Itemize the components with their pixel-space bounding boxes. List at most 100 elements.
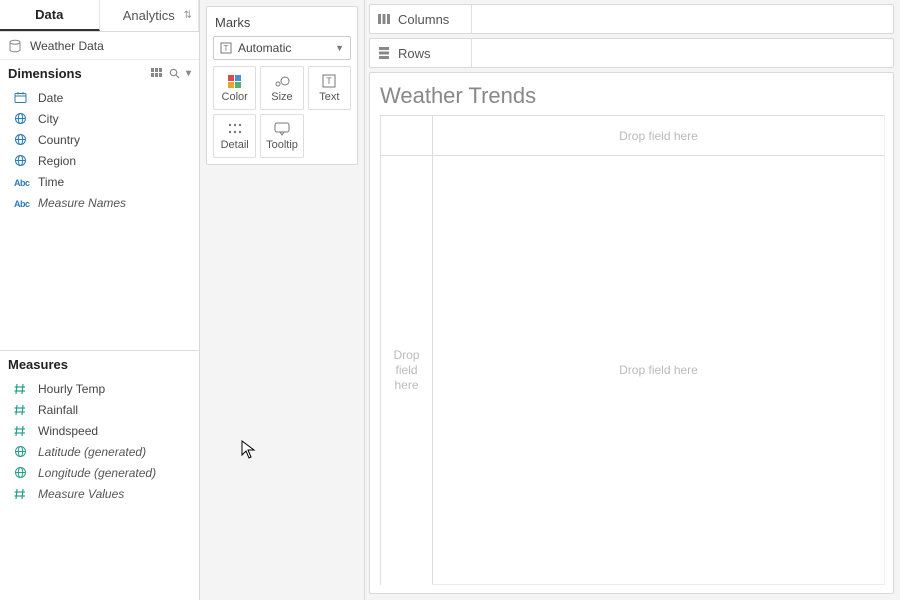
field-label: Hourly Temp bbox=[38, 382, 191, 396]
measures-block: Measures Hourly Temp Rainfall Windspeed Lat… bbox=[0, 350, 199, 510]
swap-icon: ⇅ bbox=[184, 10, 192, 21]
measures-title: Measures bbox=[8, 357, 68, 372]
dimension-field[interactable]: Abc Measure Names bbox=[0, 192, 199, 213]
marks-detail-label: Detail bbox=[221, 139, 249, 151]
color-icon bbox=[228, 73, 241, 89]
field-label: Windspeed bbox=[38, 424, 191, 438]
calendar-icon bbox=[14, 91, 28, 104]
menu-icon[interactable]: ▾ bbox=[186, 68, 191, 79]
tab-data[interactable]: Data bbox=[0, 0, 100, 31]
mark-type-dropdown[interactable]: T Automatic ▼ bbox=[213, 36, 351, 60]
viz-area: Weather Trends Drop field here Drop fiel… bbox=[369, 72, 894, 594]
detail-icon bbox=[228, 121, 242, 137]
abc-icon: Abc bbox=[14, 175, 28, 189]
columns-label: Columns bbox=[398, 12, 449, 27]
field-label: Region bbox=[38, 154, 191, 168]
measure-field[interactable]: Windspeed bbox=[0, 420, 199, 441]
hash-icon bbox=[14, 404, 28, 416]
viz-col-dropzone[interactable]: Drop field here bbox=[432, 115, 884, 155]
search-icon[interactable] bbox=[169, 68, 180, 79]
datasource-icon bbox=[8, 39, 22, 53]
measure-field[interactable]: Longitude (generated) bbox=[0, 462, 199, 483]
globe-icon bbox=[14, 112, 28, 125]
measures-header: Measures bbox=[0, 351, 199, 376]
field-label: Time bbox=[38, 175, 191, 189]
viz-body-dropzone[interactable]: Drop field here bbox=[432, 155, 884, 585]
columns-shelf[interactable]: Columns bbox=[369, 4, 894, 34]
marks-title: Marks bbox=[213, 13, 351, 36]
field-label: Measure Values bbox=[38, 487, 191, 501]
measures-list: Hourly Temp Rainfall Windspeed Latitude (ge… bbox=[0, 376, 199, 510]
marks-pane: Marks T Automatic ▼ Color Size bbox=[200, 0, 365, 600]
view-as-table-icon[interactable] bbox=[151, 68, 163, 79]
rows-icon bbox=[378, 47, 390, 59]
dimensions-title: Dimensions bbox=[8, 66, 82, 81]
viz-grid: Drop field here Drop field here Drop fie… bbox=[380, 115, 885, 585]
globe-icon bbox=[14, 466, 28, 479]
rows-label: Rows bbox=[398, 46, 431, 61]
dimension-field[interactable]: Country bbox=[0, 129, 199, 150]
hash-icon bbox=[14, 383, 28, 395]
marks-size-label: Size bbox=[271, 91, 292, 103]
viz-title[interactable]: Weather Trends bbox=[380, 81, 885, 115]
viz-row-drop-text: Drop field here bbox=[385, 348, 428, 393]
size-icon bbox=[274, 73, 290, 89]
marks-buttons: Color Size T Text Detail bbox=[213, 66, 351, 158]
text-icon: T bbox=[322, 73, 336, 89]
marks-detail-button[interactable]: Detail bbox=[213, 114, 256, 158]
measure-field[interactable]: Hourly Temp bbox=[0, 378, 199, 399]
dimension-field[interactable]: Abc Time bbox=[0, 171, 199, 192]
hash-icon bbox=[14, 425, 28, 437]
viz-body-drop-text: Drop field here bbox=[619, 363, 698, 377]
marks-tooltip-button[interactable]: Tooltip bbox=[260, 114, 303, 158]
hash-icon bbox=[14, 488, 28, 500]
chevron-down-icon: ▼ bbox=[335, 43, 344, 53]
side-tabs: Data Analytics ⇅ bbox=[0, 0, 199, 32]
field-label: Rainfall bbox=[38, 403, 191, 417]
field-label: Longitude (generated) bbox=[38, 466, 191, 480]
marks-text-label: Text bbox=[319, 91, 339, 103]
marks-text-button[interactable]: T Text bbox=[308, 66, 351, 110]
mark-type-label: Automatic bbox=[238, 41, 291, 55]
field-label: Country bbox=[38, 133, 191, 147]
worksheet-pane: Columns Rows Weather Trends Drop field h… bbox=[365, 0, 900, 600]
dimension-field[interactable]: Date bbox=[0, 87, 199, 108]
mark-type-icon: T bbox=[220, 42, 232, 54]
svg-text:T: T bbox=[224, 44, 229, 53]
field-label: Measure Names bbox=[38, 196, 191, 210]
tooltip-icon bbox=[274, 121, 290, 137]
field-label: Date bbox=[38, 91, 191, 105]
field-label: Latitude (generated) bbox=[38, 445, 191, 459]
dimension-field[interactable]: Region bbox=[0, 150, 199, 171]
tab-analytics[interactable]: Analytics ⇅ bbox=[100, 0, 200, 31]
tab-analytics-label: Analytics bbox=[123, 8, 175, 23]
datasource-name: Weather Data bbox=[30, 39, 104, 53]
globe-icon bbox=[14, 445, 28, 458]
datasource-row[interactable]: Weather Data bbox=[0, 32, 199, 60]
viz-col-drop-text: Drop field here bbox=[619, 129, 698, 143]
rows-shelf[interactable]: Rows bbox=[369, 38, 894, 68]
field-label: City bbox=[38, 112, 191, 126]
dimensions-list: Date City Country Region Abc Time Abc Measure N… bbox=[0, 85, 199, 219]
marks-color-label: Color bbox=[222, 91, 248, 103]
tab-data-label: Data bbox=[35, 7, 63, 22]
abc-icon: Abc bbox=[14, 196, 28, 210]
marks-card: Marks T Automatic ▼ Color Size bbox=[206, 6, 358, 165]
marks-color-button[interactable]: Color bbox=[213, 66, 256, 110]
globe-icon bbox=[14, 133, 28, 146]
dimensions-header: Dimensions ▾ bbox=[0, 60, 199, 85]
dimension-field[interactable]: City bbox=[0, 108, 199, 129]
svg-text:T: T bbox=[327, 76, 333, 86]
measure-field[interactable]: Measure Values bbox=[0, 483, 199, 504]
measure-field[interactable]: Latitude (generated) bbox=[0, 441, 199, 462]
marks-tooltip-label: Tooltip bbox=[266, 139, 298, 151]
measure-field[interactable]: Rainfall bbox=[0, 399, 199, 420]
columns-dropzone[interactable] bbox=[472, 5, 893, 33]
columns-icon bbox=[378, 13, 390, 25]
rows-dropzone[interactable] bbox=[472, 39, 893, 67]
data-pane: Data Analytics ⇅ Weather Data Dimensions… bbox=[0, 0, 200, 600]
viz-row-dropzone[interactable]: Drop field here bbox=[380, 155, 432, 585]
marks-size-button[interactable]: Size bbox=[260, 66, 303, 110]
globe-icon bbox=[14, 154, 28, 167]
viz-corner bbox=[380, 115, 432, 155]
